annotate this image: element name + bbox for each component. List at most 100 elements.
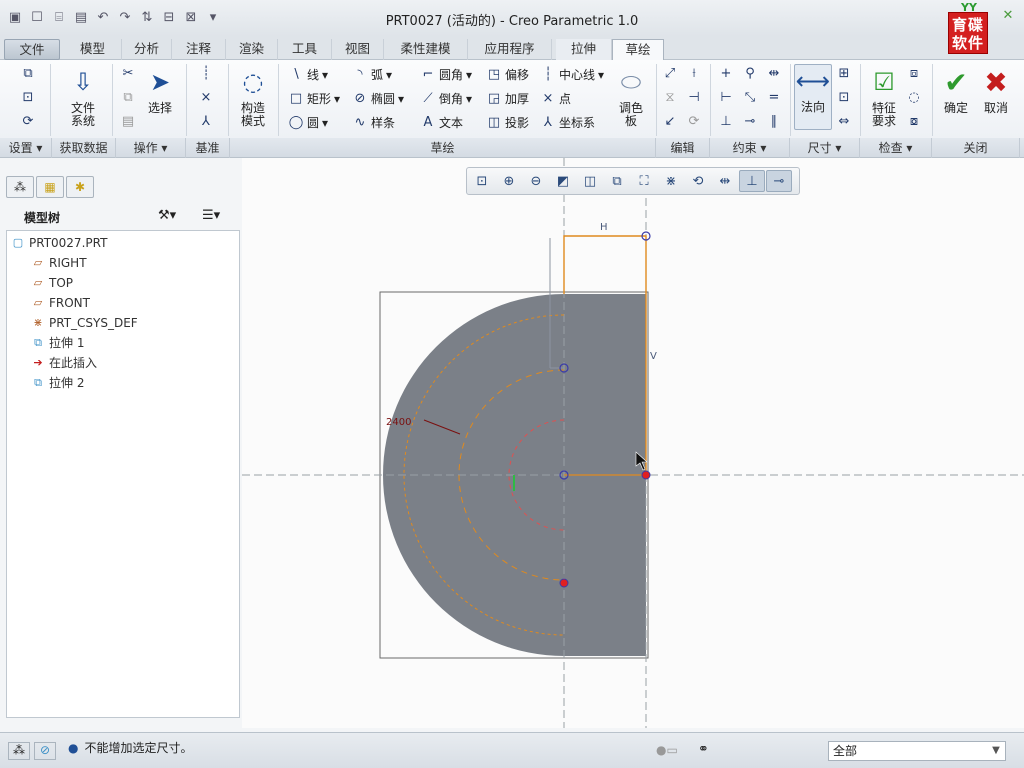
copy-icon[interactable]: ⧉ xyxy=(120,90,136,106)
cut-icon[interactable]: ✂ xyxy=(120,66,136,82)
mirror-icon[interactable]: ⧖ xyxy=(662,90,678,106)
equal-constraint-icon[interactable]: = xyxy=(766,90,782,106)
tab-flexible-modeling[interactable]: 柔性建模 xyxy=(384,39,468,60)
select-button[interactable]: ➤ 选择 xyxy=(140,66,180,115)
arc-button[interactable]: ◝ 弧 ▾ xyxy=(352,66,392,83)
datum-csys-icon[interactable]: ⅄ xyxy=(198,114,214,130)
group-inspect[interactable]: 检查 ▾ xyxy=(860,138,932,158)
tab-applications[interactable]: 应用程序 xyxy=(468,39,552,60)
view-manager-icon[interactable]: ⛶ xyxy=(631,170,657,192)
group-constrain[interactable]: 约束 ▾ xyxy=(710,138,790,158)
favorites-tab-icon[interactable]: ✱ xyxy=(66,176,94,198)
folder-browser-tab-icon[interactable]: ▦ xyxy=(36,176,64,198)
tree-item-extrude-2[interactable]: ⧉ 拉伸 2 xyxy=(31,373,84,393)
datum-centerline-icon[interactable]: ┊ xyxy=(198,66,214,82)
paste-icon[interactable]: ▤ xyxy=(120,114,136,130)
tab-model[interactable]: 模型 xyxy=(64,39,122,60)
find-icon[interactable]: ⚭ xyxy=(698,742,709,757)
dimension-display-icon[interactable]: ⇹ xyxy=(712,170,738,192)
thicken-button[interactable]: ◲ 加厚 xyxy=(486,90,529,107)
circle-button[interactable]: ◯ 圆 ▾ xyxy=(288,114,328,131)
refit-icon[interactable]: ⊡ xyxy=(469,170,495,192)
offset-button[interactable]: ◳ 偏移 xyxy=(486,66,529,83)
tree-item-right[interactable]: ▱ RIGHT xyxy=(31,253,87,273)
tab-sketch[interactable]: 草绘 xyxy=(612,39,664,60)
tab-render[interactable]: 渲染 xyxy=(226,39,278,60)
radius-dimension[interactable]: 2400 xyxy=(386,417,411,428)
tree-item-front[interactable]: ▱ FRONT xyxy=(31,293,90,313)
annotation-display-icon[interactable]: ⟲ xyxy=(685,170,711,192)
normal-dimension-button[interactable]: ⟷ 法向 xyxy=(794,64,832,130)
sketch-canvas[interactable]: H V 2400 xyxy=(242,158,1024,728)
overlap-geometry-icon[interactable]: ⧈ xyxy=(906,66,922,82)
tab-analysis[interactable]: 分析 xyxy=(122,39,172,60)
datum-display-icon[interactable]: ⋇ xyxy=(658,170,684,192)
close-icon[interactable]: ✕ xyxy=(1000,8,1016,24)
modify-icon[interactable]: ⤢ xyxy=(662,66,678,82)
group-dimension[interactable]: 尺寸 ▾ xyxy=(790,138,860,158)
reference-icon[interactable]: ⊡ xyxy=(20,90,36,106)
tree-item-insert-here[interactable]: ➔ 在此插入 xyxy=(31,353,97,373)
palette-button[interactable]: ⬭ 调色 板 xyxy=(610,66,652,128)
constraint-display-icon[interactable]: ⊥ xyxy=(739,170,765,192)
text-button[interactable]: A 文本 xyxy=(420,114,463,131)
tab-view[interactable]: 视图 xyxy=(332,39,384,60)
centerline-button[interactable]: ┆ 中心线 ▾ xyxy=(540,66,604,83)
vertex-right-selected[interactable] xyxy=(641,470,651,480)
reference-dim-icon[interactable]: ⊡ xyxy=(836,90,852,106)
baseline-icon[interactable]: ⇔ xyxy=(836,114,852,130)
delete-segment-icon[interactable]: ⟊ xyxy=(686,66,702,82)
graphics-area[interactable]: H V 2400 xyxy=(242,158,1024,728)
zoom-out-icon[interactable]: ⊖ xyxy=(523,170,549,192)
perpendicular-constraint-icon[interactable]: ⊥ xyxy=(718,114,734,130)
sketch-setup-icon[interactable]: ⧉ xyxy=(20,66,36,82)
vertex-lower-selected[interactable] xyxy=(559,578,569,588)
shade-closed-loops-icon[interactable]: ⧇ xyxy=(906,114,922,130)
cancel-button[interactable]: ✖ 取消 xyxy=(978,66,1014,115)
chamfer-button[interactable]: ⟋ 倒角 ▾ xyxy=(420,90,472,107)
midpoint-constraint-icon[interactable]: ⤡ xyxy=(742,90,758,106)
dim-h-label[interactable]: H xyxy=(600,222,608,233)
display-style-icon[interactable]: ◫ xyxy=(577,170,603,192)
highlight-open-ends-icon[interactable]: ◌ xyxy=(906,90,922,106)
tree-item-extrude-1[interactable]: ⧉ 拉伸 1 xyxy=(31,333,84,353)
zoom-in-icon[interactable]: ⊕ xyxy=(496,170,522,192)
construction-mode-button[interactable]: ◌ 构造 模式 xyxy=(232,66,274,128)
project-button[interactable]: ◫ 投影 xyxy=(486,114,529,131)
show-navigator-icon[interactable]: ⁂ xyxy=(8,742,30,760)
dim-v-label[interactable]: V xyxy=(650,351,657,362)
tab-tools[interactable]: 工具 xyxy=(278,39,332,60)
selection-filter[interactable]: 全部 ▼ xyxy=(828,741,1006,761)
perimeter-icon[interactable]: ⊞ xyxy=(836,66,852,82)
divide-icon[interactable]: ⊣ xyxy=(686,90,702,106)
corner-icon[interactable]: ↙ xyxy=(662,114,678,130)
symmetric-constraint-icon[interactable]: ⇹ xyxy=(766,66,782,82)
tree-item-top[interactable]: ▱ TOP xyxy=(31,273,73,293)
group-operations[interactable]: 操作 ▾ xyxy=(116,138,186,158)
feature-requirements-button[interactable]: ☑ 特征 要求 xyxy=(864,66,904,128)
tab-annotate[interactable]: 注释 xyxy=(172,39,226,60)
rectangle-button[interactable]: □ 矩形 ▾ xyxy=(288,90,340,107)
repaint-icon[interactable]: ◩ xyxy=(550,170,576,192)
saved-orientations-icon[interactable]: ⧉ xyxy=(604,170,630,192)
ellipse-button[interactable]: ⊘ 椭圆 ▾ xyxy=(352,90,405,107)
vertical-constraint-icon[interactable]: + xyxy=(718,66,734,82)
point-button[interactable]: × 点 xyxy=(540,90,571,107)
datum-point-icon[interactable]: × xyxy=(198,90,214,106)
tree-item-part[interactable]: ▢ PRT0027.PRT xyxy=(11,233,108,253)
ok-button[interactable]: ✔ 确定 xyxy=(938,66,974,115)
tab-file[interactable]: 文件 xyxy=(4,39,60,60)
vertex-display-icon[interactable]: ⊸ xyxy=(766,170,792,192)
model-tree-tab-icon[interactable]: ⁂ xyxy=(6,176,34,198)
fillet-button[interactable]: ⌐ 圆角 ▾ xyxy=(420,66,473,83)
line-button[interactable]: ∖ 线 ▾ xyxy=(288,66,328,83)
tree-item-csys[interactable]: ⋇ PRT_CSYS_DEF xyxy=(31,313,137,333)
tangent-constraint-icon[interactable]: ⚲ xyxy=(742,66,758,82)
sketch-view-icon[interactable]: ⟳ xyxy=(20,114,36,130)
file-system-button[interactable]: ⇩ 文件 系统 xyxy=(58,66,108,128)
horizontal-constraint-icon[interactable]: ⊢ xyxy=(718,90,734,106)
coincident-constraint-icon[interactable]: ⊸ xyxy=(742,114,758,130)
tab-extrude[interactable]: 拉伸 xyxy=(556,39,612,60)
rotate-resize-icon[interactable]: ⟳ xyxy=(686,114,702,130)
browser-toggle-icon[interactable]: ⊘ xyxy=(34,742,56,760)
